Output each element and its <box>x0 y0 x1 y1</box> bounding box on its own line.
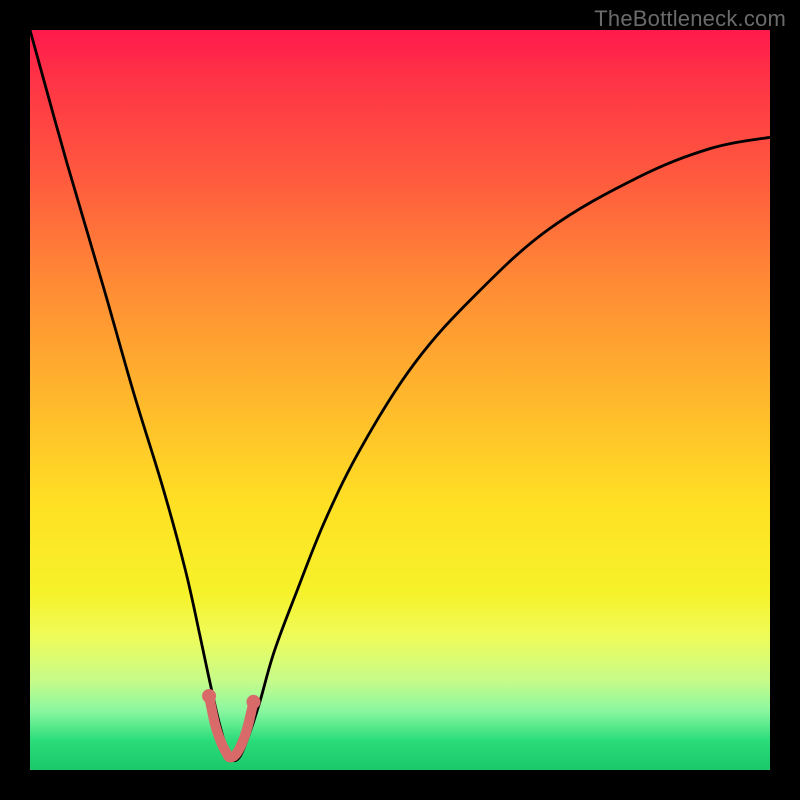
watermark-label: TheBottleneck.com <box>594 6 786 32</box>
chart-svg <box>30 30 770 770</box>
highlight-segment <box>209 696 253 757</box>
curve-path <box>30 30 770 761</box>
highlight-dot <box>246 695 260 709</box>
chart-stage: TheBottleneck.com <box>0 0 800 800</box>
plot-area <box>30 30 770 770</box>
highlight-dot <box>202 689 216 703</box>
